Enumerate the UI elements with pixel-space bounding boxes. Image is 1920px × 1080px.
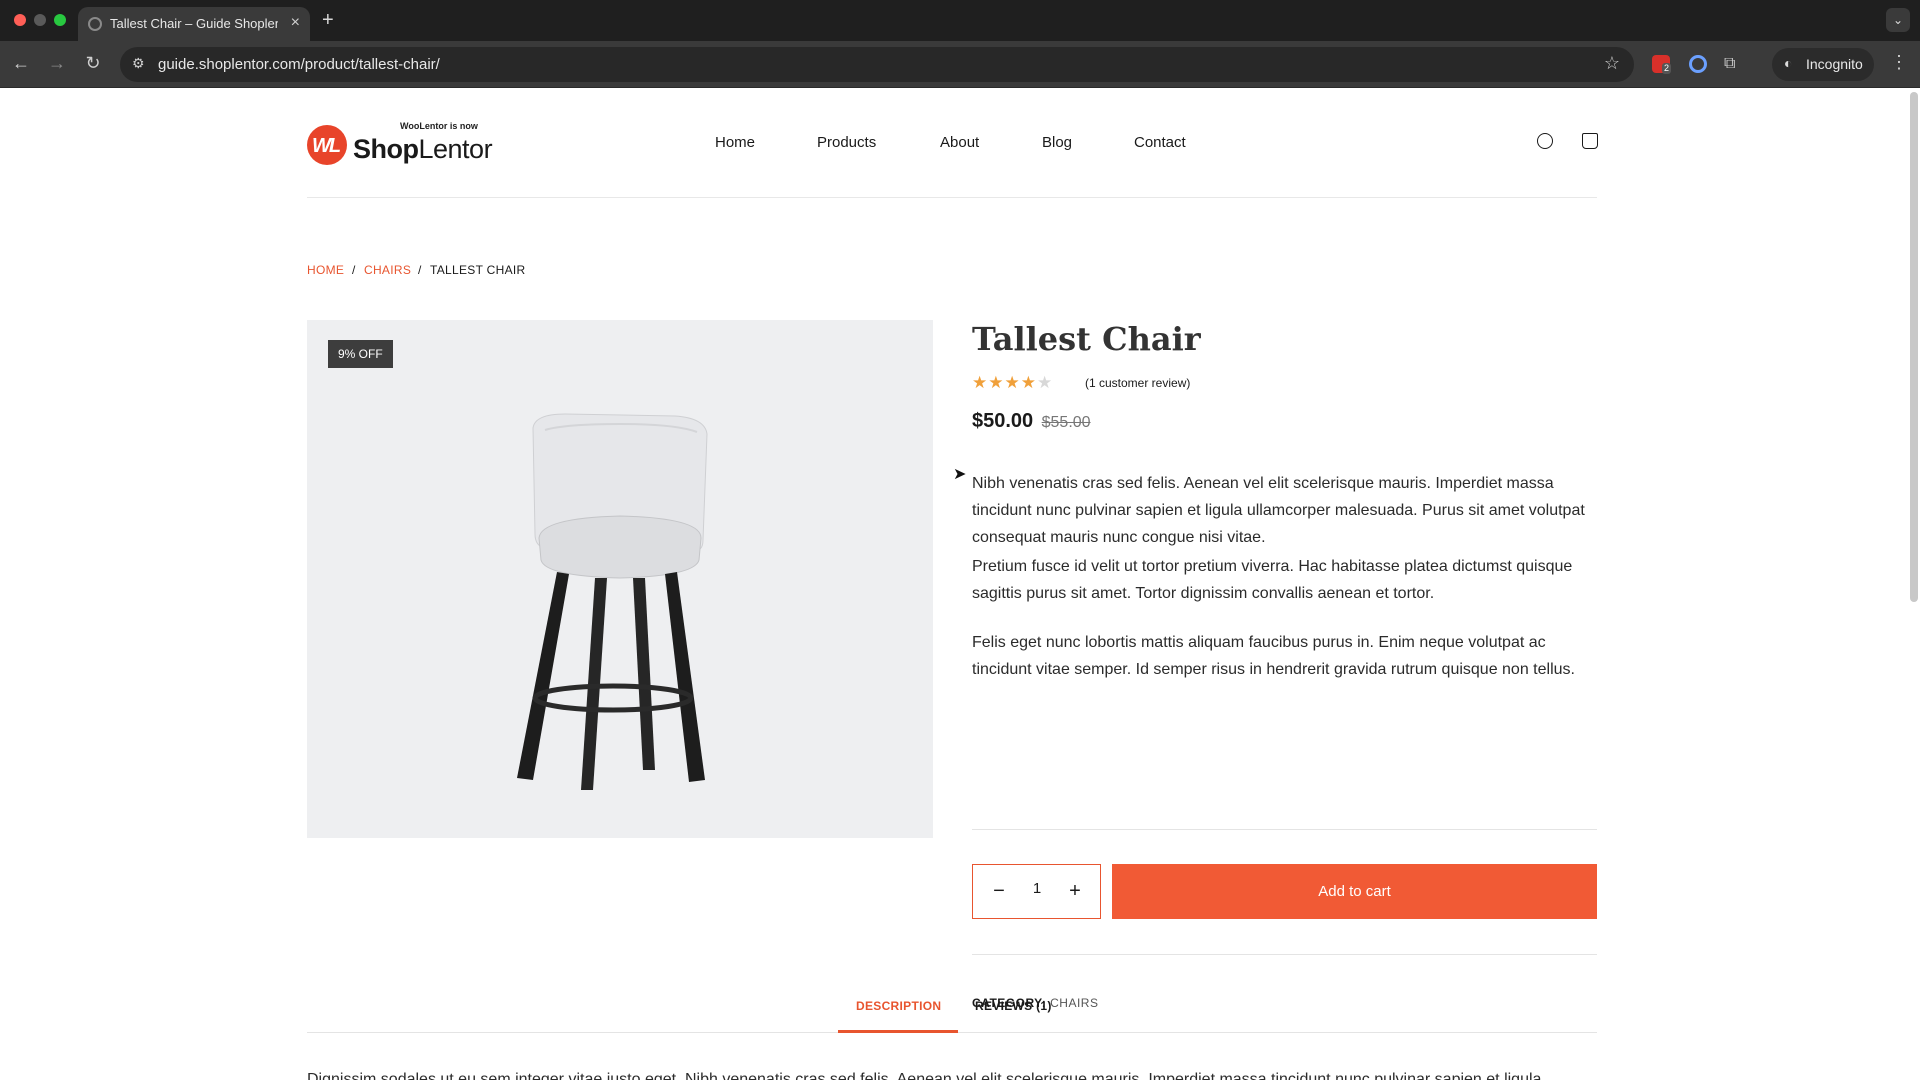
quantity-input[interactable] — [1017, 880, 1057, 897]
reload-icon[interactable]: ↻ — [82, 53, 104, 73]
cart-icon[interactable] — [1582, 133, 1598, 149]
logo-mark: WL — [307, 125, 347, 165]
forward-arrow-icon[interactable]: → — [46, 53, 68, 73]
tab-reviews[interactable]: REVIEWS (1) — [975, 999, 1052, 1013]
description-paragraph: Felis eget nunc lobortis mattis aliquam … — [972, 634, 1575, 678]
window-minimize-button[interactable] — [34, 14, 46, 26]
web-page: WL WooLentor is now ShopLentor Home Prod… — [0, 88, 1920, 1080]
nav-home[interactable]: Home — [715, 134, 755, 151]
incognito-icon: ◐ — [1784, 55, 1793, 71]
extension-color-ring-icon[interactable] — [1689, 55, 1707, 73]
window-close-button[interactable] — [14, 14, 26, 26]
active-tab-indicator — [838, 1030, 958, 1033]
summary-divider — [972, 829, 1597, 830]
logo-wordmark: ShopLentor — [353, 134, 493, 164]
extension-badge: 2 — [1662, 63, 1672, 74]
browser-tab-active[interactable]: Tallest Chair – Guide Shoplentor × — [78, 7, 310, 41]
rating-stars: ★★★★★ — [972, 373, 1053, 393]
address-bar[interactable]: ⚙ guide.shoplentor.com/product/tallest-c… — [120, 47, 1634, 82]
chevron-down-icon[interactable]: ⌄ — [1886, 8, 1910, 32]
bookmark-star-icon[interactable]: ☆ — [1604, 53, 1620, 74]
quantity-increase-button[interactable]: + — [1064, 879, 1086, 903]
tab-description-content: Dignissim sodales ut eu sem integer vita… — [307, 1071, 1542, 1080]
back-arrow-icon[interactable]: ← — [10, 53, 32, 73]
browser-toolbar: ← → ↻ ⚙ guide.shoplentor.com/product/tal… — [0, 41, 1920, 88]
quantity-stepper: − + — [972, 864, 1101, 919]
product-image-chair — [517, 413, 708, 790]
nav-about[interactable]: About — [940, 134, 979, 151]
star-filled-icon: ★ — [1020, 373, 1037, 392]
logo-tagline: WooLentor is now — [400, 121, 478, 131]
browser-menu-icon[interactable]: ⋮ — [1890, 52, 1908, 72]
browser-tab-bar: Tallest Chair – Guide Shoplentor × + ⌄ — [0, 0, 1920, 41]
url-text: guide.shoplentor.com/product/tallest-cha… — [158, 56, 440, 73]
breadcrumb-separator: / — [352, 263, 356, 277]
new-tab-button[interactable]: + — [322, 9, 334, 31]
star-filled-icon: ★ — [972, 373, 989, 392]
nav-blog[interactable]: Blog — [1042, 134, 1072, 151]
add-to-cart-button[interactable]: Add to cart — [1112, 864, 1597, 919]
product-price: $50.00 $55.00 — [972, 410, 1091, 433]
site-logo[interactable]: WL WooLentor is now ShopLentor — [307, 119, 493, 167]
product-gallery[interactable]: 9% OFF — [307, 320, 933, 838]
nav-products[interactable]: Products — [817, 134, 876, 151]
description-paragraph: Nibh venenatis cras sed felis. Aenean ve… — [972, 475, 1585, 546]
star-filled-icon: ★ — [1004, 373, 1021, 392]
star-empty-icon: ★ — [1037, 373, 1054, 392]
breadcrumb-separator: / — [418, 263, 422, 277]
description-paragraph: Pretium fusce id velit ut tortor pretium… — [972, 558, 1573, 602]
page-scrollbar[interactable] — [1910, 92, 1918, 602]
extensions-puzzle-icon[interactable]: ⧉ — [1724, 55, 1742, 73]
tab-title: Tallest Chair – Guide Shoplentor — [110, 16, 278, 31]
breadcrumb-home[interactable]: HOME — [307, 263, 344, 277]
nav-contact[interactable]: Contact — [1134, 134, 1186, 151]
incognito-label: Incognito — [1806, 56, 1863, 72]
incognito-indicator[interactable]: ◐ Incognito — [1772, 48, 1874, 81]
window-zoom-button[interactable] — [54, 14, 66, 26]
price-current: $50.00 — [972, 410, 1034, 432]
star-filled-icon: ★ — [988, 373, 1005, 392]
globe-icon — [88, 17, 102, 31]
breadcrumb-current: TALLEST CHAIR — [430, 263, 526, 277]
summary-divider — [972, 954, 1597, 955]
price-original: $55.00 — [1041, 414, 1091, 431]
quantity-decrease-button[interactable]: − — [988, 879, 1010, 903]
user-account-icon[interactable] — [1537, 133, 1553, 149]
tab-description[interactable]: DESCRIPTION — [856, 999, 941, 1013]
site-settings-icon[interactable]: ⚙ — [132, 55, 145, 72]
product-title: Tallest Chair — [972, 320, 1201, 358]
header-divider — [307, 197, 1597, 198]
close-icon[interactable]: × — [291, 14, 300, 32]
product-tabs: DESCRIPTION REVIEWS (1) — [307, 993, 1597, 1033]
review-count-link[interactable]: (1 customer review) — [1085, 376, 1190, 390]
breadcrumb-chairs[interactable]: CHAIRS — [364, 263, 411, 277]
discount-badge: 9% OFF — [328, 340, 393, 368]
mouse-cursor-icon: ➤ — [953, 466, 967, 483]
